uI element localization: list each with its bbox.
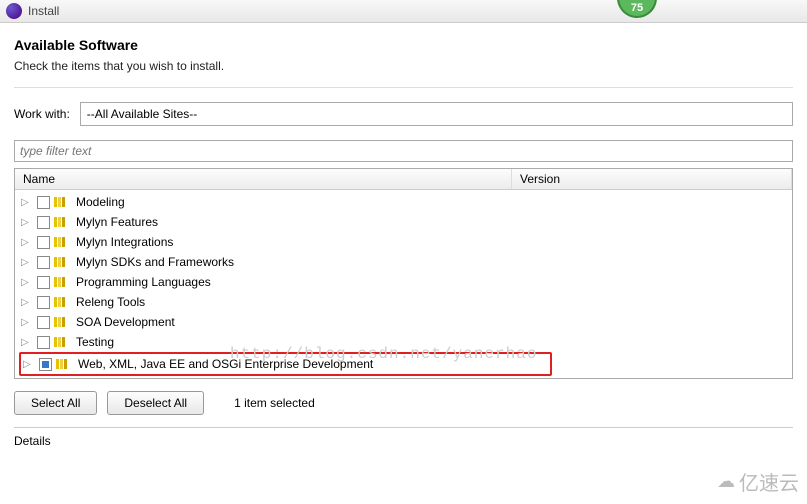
window-title: Install [28, 4, 59, 18]
item-label: Releng Tools [74, 295, 145, 309]
deselect-all-button[interactable]: Deselect All [107, 391, 204, 415]
item-label: Testing [74, 335, 114, 349]
highlight-box: ▷ Web, XML, Java EE and OSGi Enterprise … [19, 352, 552, 376]
item-label: Mylyn Features [74, 215, 158, 229]
item-label: SOA Development [74, 315, 175, 329]
details-section: Details [14, 427, 793, 448]
eclipse-icon [6, 3, 22, 19]
expand-icon[interactable]: ▷ [21, 197, 33, 208]
item-label: Modeling [74, 195, 125, 209]
feature-icon [54, 256, 70, 268]
feature-icon [54, 296, 70, 308]
tree-item-modeling[interactable]: ▷ Modeling [15, 192, 792, 212]
checkbox[interactable] [37, 216, 50, 229]
column-version[interactable]: Version [512, 169, 792, 189]
page-subtitle: Check the items that you wish to install… [14, 59, 793, 73]
tree: ▷ Modeling ▷ Mylyn Features ▷ Mylyn Inte… [15, 190, 792, 378]
feature-icon [54, 236, 70, 248]
item-label: Web, XML, Java EE and OSGi Enterprise De… [76, 357, 373, 371]
item-label: Mylyn Integrations [74, 235, 173, 249]
feature-icon [56, 358, 72, 370]
expand-icon[interactable]: ▷ [21, 297, 33, 308]
corner-logo: ☁ 亿速云 [717, 467, 799, 496]
dialog-header: Available Software Check the items that … [0, 23, 807, 83]
select-all-button[interactable]: Select All [14, 391, 97, 415]
work-with-input[interactable] [80, 102, 793, 126]
titlebar: Install 75 [0, 0, 807, 23]
work-with-label: Work with: [14, 107, 70, 121]
feature-icon [54, 216, 70, 228]
expand-icon[interactable]: ▷ [23, 359, 35, 370]
tree-item-programming-languages[interactable]: ▷ Programming Languages [15, 272, 792, 292]
selected-count: 1 item selected [234, 396, 315, 410]
item-label: Programming Languages [74, 275, 211, 289]
details-label: Details [14, 434, 51, 448]
checkbox[interactable] [37, 336, 50, 349]
item-label: Mylyn SDKs and Frameworks [74, 255, 234, 269]
checkbox[interactable] [37, 256, 50, 269]
tree-item-web-xml[interactable]: ▷ Web, XML, Java EE and OSGi Enterprise … [21, 354, 550, 374]
software-table: Name Version ▷ Modeling ▷ Mylyn Features… [14, 168, 793, 379]
feature-icon [54, 196, 70, 208]
expand-icon[interactable]: ▷ [21, 277, 33, 288]
filter-input[interactable] [14, 140, 793, 162]
expand-icon[interactable]: ▷ [21, 217, 33, 228]
expand-icon[interactable]: ▷ [21, 257, 33, 268]
cloud-icon: ☁ [717, 471, 735, 492]
page-title: Available Software [14, 37, 793, 53]
expand-icon[interactable]: ▷ [21, 237, 33, 248]
tree-item-testing[interactable]: ▷ Testing [15, 332, 792, 352]
feature-icon [54, 316, 70, 328]
checkbox[interactable] [37, 316, 50, 329]
logo-text: 亿速云 [739, 467, 799, 496]
feature-icon [54, 276, 70, 288]
checkbox[interactable] [37, 236, 50, 249]
tree-item-soa[interactable]: ▷ SOA Development [15, 312, 792, 332]
checkbox[interactable] [37, 276, 50, 289]
tree-item-mylyn-integrations[interactable]: ▷ Mylyn Integrations [15, 232, 792, 252]
checkbox[interactable] [37, 296, 50, 309]
feature-icon [54, 336, 70, 348]
progress-value: 75 [631, 2, 643, 14]
tree-item-releng-tools[interactable]: ▷ Releng Tools [15, 292, 792, 312]
column-name[interactable]: Name [15, 169, 512, 189]
checkbox[interactable] [39, 358, 52, 371]
filter-row [0, 140, 807, 168]
expand-icon[interactable]: ▷ [21, 317, 33, 328]
expand-icon[interactable]: ▷ [21, 337, 33, 348]
tree-item-mylyn-sdks[interactable]: ▷ Mylyn SDKs and Frameworks [15, 252, 792, 272]
tree-item-mylyn-features[interactable]: ▷ Mylyn Features [15, 212, 792, 232]
progress-badge: 75 [617, 0, 657, 18]
checkbox[interactable] [37, 196, 50, 209]
actions-row: Select All Deselect All 1 item selected [0, 379, 807, 427]
table-header: Name Version [15, 169, 792, 190]
work-with-row: Work with: [0, 88, 807, 140]
